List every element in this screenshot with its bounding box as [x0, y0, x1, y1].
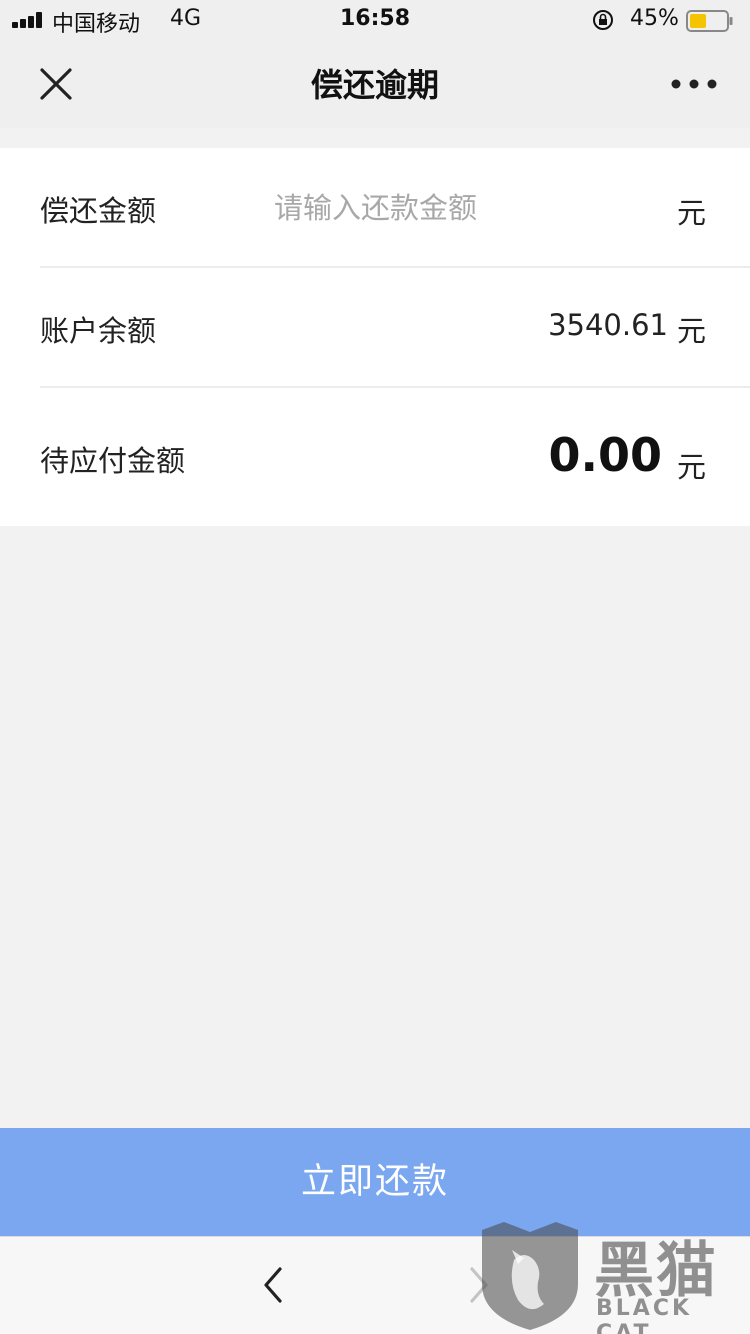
- repay-amount-label: 偿还金额: [40, 194, 157, 228]
- status-bar: 中国移动 4G 16:58 45%: [0, 0, 750, 40]
- repay-amount-unit: 元: [676, 196, 706, 230]
- page: 中国移动 4G 16:58 45% 偿还逾期 偿还金额 请输入还款金额 元 账户…: [0, 0, 750, 1334]
- battery-percent: 45%: [630, 6, 679, 31]
- rotation-lock-icon: [593, 10, 613, 30]
- more-icon[interactable]: [668, 74, 720, 94]
- repay-amount-row: 偿还金额 元: [0, 148, 750, 266]
- cat-shield-logo: [482, 1222, 578, 1330]
- balance-unit: 元: [676, 314, 706, 348]
- due-amount-row: 待应付金额 0.00 元: [0, 388, 750, 526]
- page-title: 偿还逾期: [310, 66, 439, 104]
- watermark-subtitle: BLACK CAT: [596, 1296, 693, 1334]
- balance-label: 账户余额: [40, 314, 157, 348]
- due-amount-label: 待应付金额: [40, 444, 186, 478]
- chevron-left-icon[interactable]: [256, 1265, 292, 1305]
- watermark: 黑猫 BLACK CAT: [478, 1218, 750, 1334]
- balance-value: 3540.61: [548, 308, 668, 342]
- balance-row: 账户余额 3540.61 元: [0, 268, 750, 386]
- due-amount-value: 0.00: [548, 428, 663, 482]
- repayment-form: 偿还金额 元 账户余额 3540.61 元 待应付金额 0.00 元: [0, 148, 750, 526]
- due-amount-unit: 元: [676, 450, 706, 484]
- repay-amount-input[interactable]: [274, 186, 654, 230]
- nav-bar: 偿还逾期: [0, 40, 750, 128]
- battery-icon: [686, 10, 733, 32]
